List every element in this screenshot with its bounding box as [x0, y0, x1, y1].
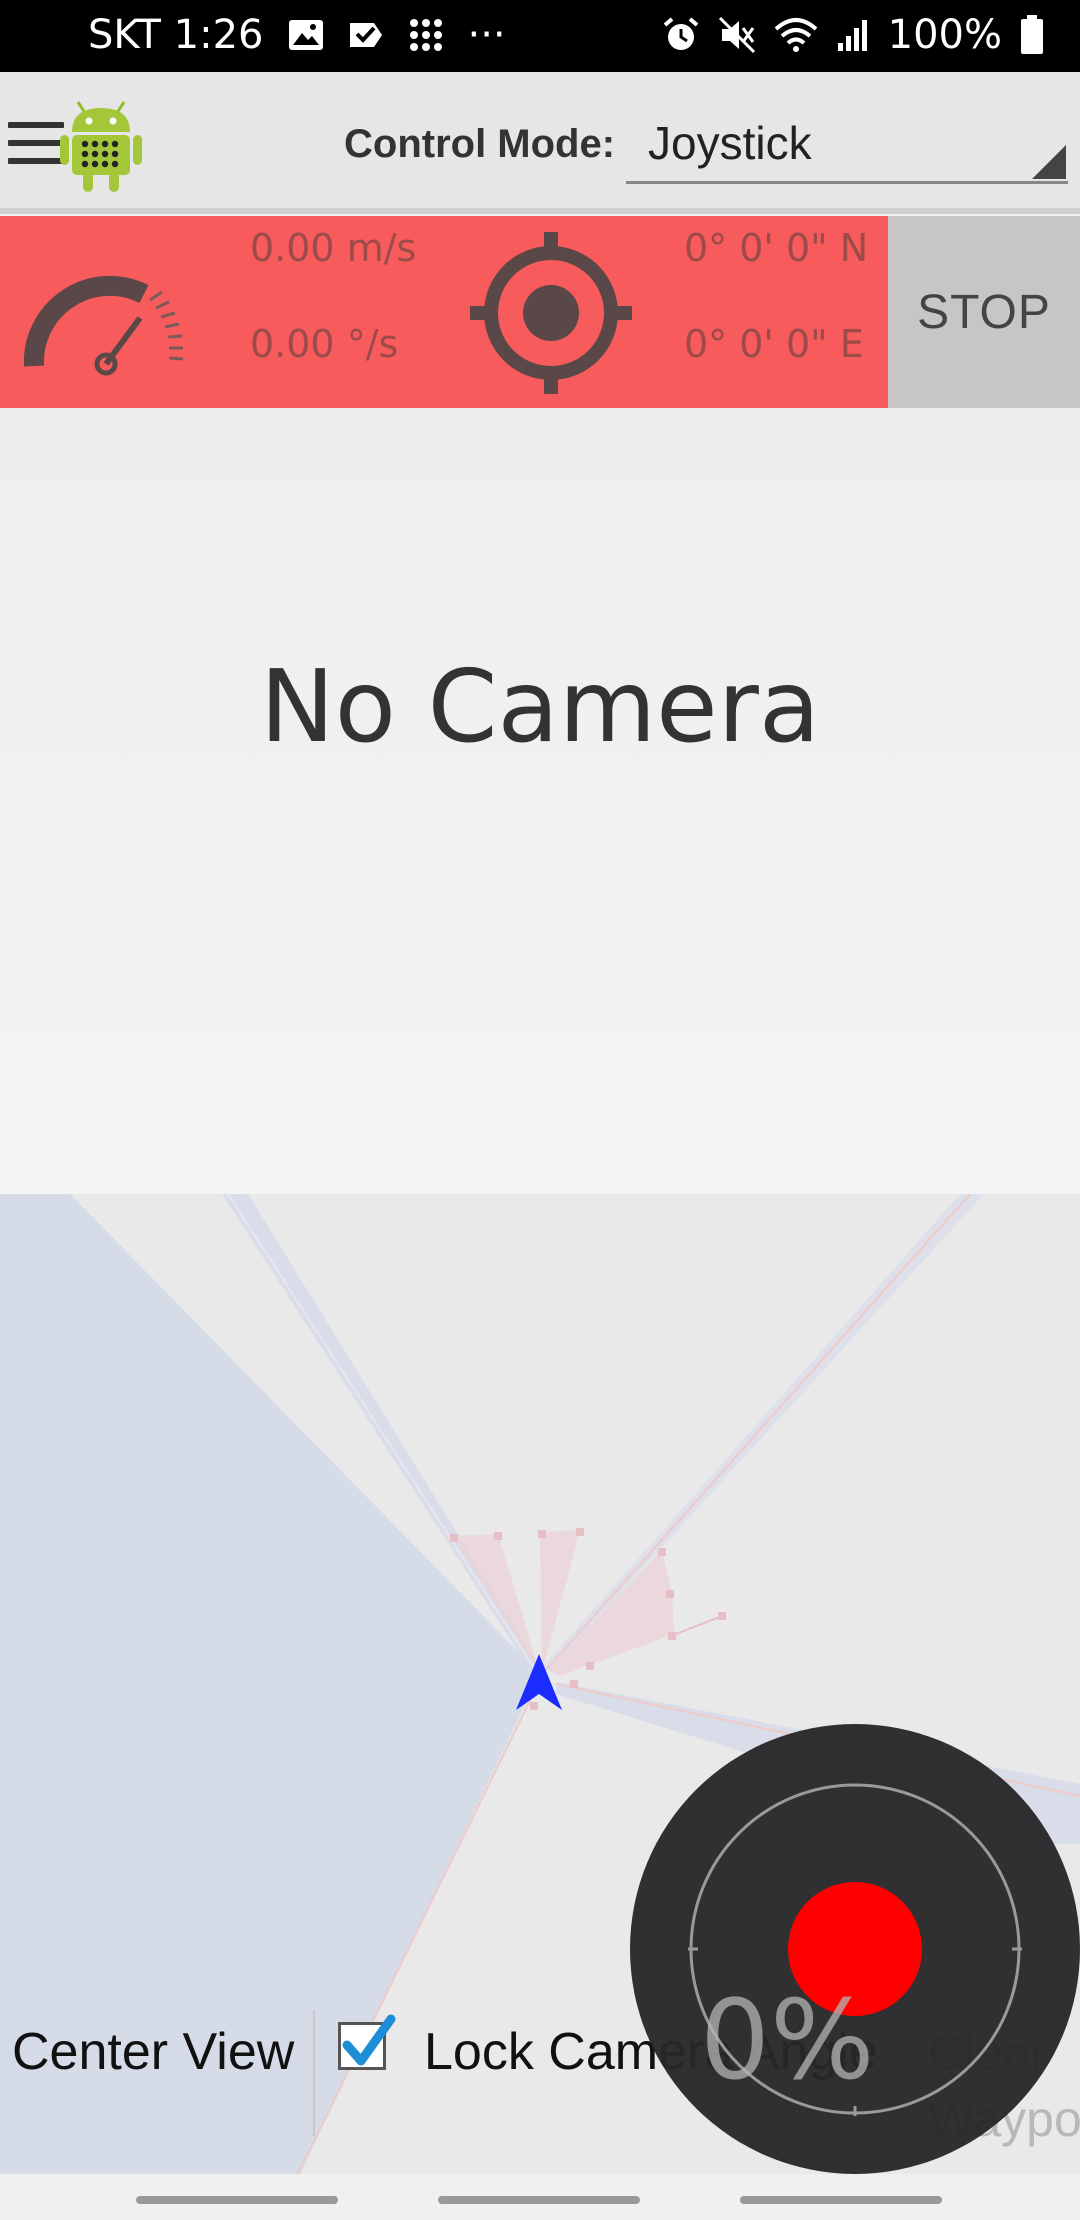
battery-percent: 100%: [887, 12, 1002, 58]
joystick[interactable]: 0%: [630, 1724, 1080, 2174]
crosshair-icon: [470, 232, 632, 394]
status-bar: SKT 1:26 ··· 100%: [0, 0, 1080, 72]
alarm-icon: [662, 16, 700, 54]
control-mode-select[interactable]: Joystick: [626, 112, 1068, 184]
no-camera-message: No Camera: [259, 648, 821, 765]
battery-icon: [1020, 15, 1044, 55]
mute-icon: [718, 16, 756, 54]
nav-home-button[interactable]: [438, 2196, 640, 2204]
hamburger-icon[interactable]: [8, 122, 64, 166]
speedometer-icon: [22, 256, 194, 376]
apps-icon: [408, 17, 444, 53]
camera-view: No Camera: [0, 408, 1080, 1194]
gallery-icon: [288, 19, 324, 51]
wifi-icon: [774, 17, 818, 53]
center-view-button[interactable]: Center View: [12, 2022, 294, 2082]
signal-icon: [836, 17, 870, 53]
action-bar: Control Mode: Joystick: [0, 72, 1080, 214]
check-icon: [348, 19, 384, 51]
status-panel: 0.00 m/s 0.00 °/s 0° 0' 0" N 0° 0' 0" E: [0, 216, 888, 408]
divider: [313, 2010, 315, 2136]
linear-speed: 0.00 m/s: [250, 226, 417, 270]
dropdown-arrow-icon: [1032, 145, 1066, 179]
latitude: 0° 0' 0" N: [684, 226, 869, 270]
navigation-bar: [0, 2174, 1080, 2220]
carrier-time: SKT 1:26: [88, 12, 264, 58]
longitude: 0° 0' 0" E: [684, 322, 864, 366]
nav-back-button[interactable]: [136, 2196, 338, 2204]
control-mode-label: Control Mode:: [344, 122, 616, 166]
navigation-arrow-icon: [516, 1654, 562, 1710]
android-icon: [58, 94, 144, 194]
lock-camera-checkbox[interactable]: [338, 2014, 396, 2070]
angular-speed: 0.00 °/s: [250, 322, 399, 366]
nav-recents-button[interactable]: [740, 2196, 942, 2204]
joystick-percent: 0%: [700, 1976, 875, 2104]
overflow-icon: ···: [467, 12, 506, 58]
checkmark-icon: [342, 2014, 396, 2066]
stop-button[interactable]: STOP: [888, 216, 1080, 408]
control-mode-value: Joystick: [648, 117, 812, 169]
